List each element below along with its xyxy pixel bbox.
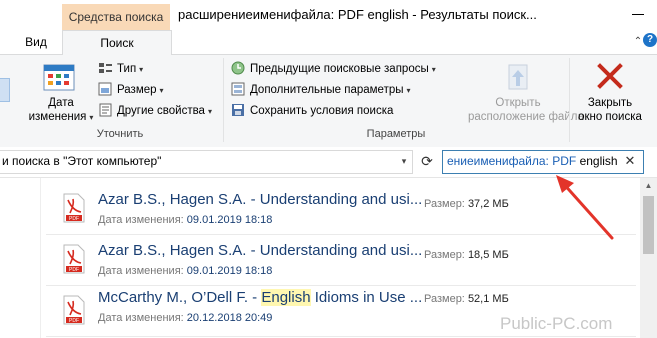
result-size-label: Размер:: [424, 249, 465, 261]
open-location-icon: [508, 64, 528, 90]
close-icon: [597, 63, 623, 89]
open-file-location-button[interactable]: Открыть расположение файла: [468, 58, 584, 124]
other-properties-button[interactable]: Другие свойства ▾: [98, 101, 212, 121]
type-label: Тип: [117, 63, 137, 75]
result-size-label: Размер:: [424, 293, 465, 305]
svg-text:PDF: PDF: [69, 318, 79, 324]
result-date-label: Дата изменения:: [98, 214, 184, 226]
chevron-down-icon: ▾: [406, 86, 411, 95]
advanced-options-button[interactable]: Дополнительные параметры ▾: [231, 80, 411, 100]
group-label-refine: Уточнить: [96, 128, 144, 140]
close-search-label-2: окно поиска: [578, 111, 642, 123]
scrollbar-thumb[interactable]: [643, 196, 654, 254]
recent-searches-label: Предыдущие поисковые запросы: [250, 63, 429, 75]
tab-search[interactable]: Поиск: [62, 30, 172, 55]
search-query: ениеименифайла: PDF english: [447, 154, 618, 168]
other-properties-label: Другие свойства: [117, 105, 205, 117]
advanced-options-icon: [231, 82, 245, 96]
open-location-label-1: Открыть: [495, 97, 541, 109]
chevron-down-icon[interactable]: ▾: [397, 151, 411, 171]
result-size-value: 37,2 МБ: [467, 198, 509, 210]
result-name-highlight: English: [261, 289, 311, 306]
date-modified-label-1: Дата: [48, 97, 74, 109]
result-date: Дата изменения: 20.12.2018 20:49: [98, 312, 272, 324]
pdf-file-icon: PDF: [63, 244, 85, 274]
group-label-options: Параметры: [366, 128, 426, 140]
search-query-prefix: ениеименифайла: PDF: [447, 154, 577, 168]
result-date-value: 20.12.2018 20:49: [186, 312, 273, 324]
size-button[interactable]: Размер ▾: [98, 80, 164, 100]
svg-text:PDF: PDF: [69, 267, 79, 273]
date-modified-label-2-wrap: изменения ▾: [28, 110, 94, 125]
save-icon: [232, 104, 244, 116]
size-icon: [98, 82, 112, 96]
tab-view[interactable]: Вид: [18, 30, 54, 54]
recent-searches-icon: [231, 61, 245, 75]
properties-icon: [99, 103, 112, 117]
pdf-file-icon: PDF: [63, 193, 85, 223]
close-search-button[interactable]: Закрыть окно поиска: [572, 58, 648, 124]
result-date: Дата изменения: 09.01.2019 18:18: [98, 265, 272, 277]
pdf-file-icon: PDF: [63, 295, 85, 325]
result-name-post: Idioms in Use ...: [310, 289, 423, 306]
result-size: Размер: 18,5 МБ: [424, 249, 509, 261]
close-search-label-1: Закрыть: [587, 97, 633, 109]
date-modified-button[interactable]: Дата изменения ▾: [29, 58, 93, 124]
result-size-value: 52,1 МБ: [467, 293, 509, 305]
calendar-icon: [43, 64, 75, 91]
scroll-up-icon[interactable]: ▲: [640, 178, 657, 194]
clear-search-icon[interactable]: ✕: [622, 151, 638, 171]
recent-searches-button[interactable]: Предыдущие поисковые запросы ▾: [231, 59, 436, 79]
annotation-arrow: [556, 175, 614, 240]
open-location-label-2: расположение файла: [468, 111, 584, 123]
ribbon-separator: [569, 58, 570, 142]
refresh-icon[interactable]: ⟳: [417, 151, 437, 171]
result-date-value: 09.01.2019 18:18: [186, 214, 273, 226]
window-title: расширениеименифайла: PDF english - Резу…: [178, 7, 537, 22]
result-name: McCarthy M., O’Dell F. - English Idioms …: [98, 289, 422, 306]
chevron-down-icon: ▾: [159, 86, 164, 95]
chevron-down-icon: ▾: [431, 65, 436, 74]
address-text: и поиска в "Этот компьютер": [2, 154, 162, 168]
search-query-term: english: [579, 154, 618, 168]
result-date-label: Дата изменения:: [98, 312, 184, 324]
navigation-pane[interactable]: [0, 178, 41, 338]
ribbon-left-edge: [0, 78, 10, 102]
help-icon[interactable]: ?: [643, 33, 657, 47]
result-size-value: 18,5 МБ: [467, 249, 509, 261]
result-size: Размер: 37,2 МБ: [424, 198, 509, 210]
size-label: Размер: [117, 84, 157, 96]
chevron-down-icon: ▾: [139, 65, 144, 74]
result-size-label: Размер:: [424, 198, 465, 210]
save-search-button[interactable]: Сохранить условия поиска: [231, 101, 393, 121]
type-button[interactable]: Тип ▾: [98, 59, 143, 79]
advanced-options-label: Дополнительные параметры: [250, 84, 404, 96]
result-name: Azar B.S., Hagen S.A. - Understanding an…: [98, 191, 423, 208]
result-date-value: 09.01.2019 18:18: [186, 265, 273, 277]
date-modified-label-2: изменения: [28, 111, 87, 123]
ribbon-separator: [223, 58, 224, 142]
result-size: Размер: 52,1 МБ: [424, 293, 509, 305]
chevron-down-icon: ▾: [89, 113, 94, 122]
result-name-pre: McCarthy M., O’Dell F. -: [98, 289, 262, 306]
result-date: Дата изменения: 09.01.2019 18:18: [98, 214, 272, 226]
result-date-label: Дата изменения:: [98, 265, 184, 277]
result-name: Azar B.S., Hagen S.A. - Understanding an…: [98, 242, 423, 259]
save-search-label: Сохранить условия поиска: [250, 105, 394, 117]
minimize-button[interactable]: [628, 4, 650, 24]
chevron-down-icon: ▾: [207, 107, 212, 116]
type-icon: [99, 63, 112, 73]
context-tab-search-tools[interactable]: Средства поиска: [62, 4, 170, 30]
watermark: Public-PC.com: [500, 314, 613, 333]
svg-text:PDF: PDF: [69, 216, 79, 222]
